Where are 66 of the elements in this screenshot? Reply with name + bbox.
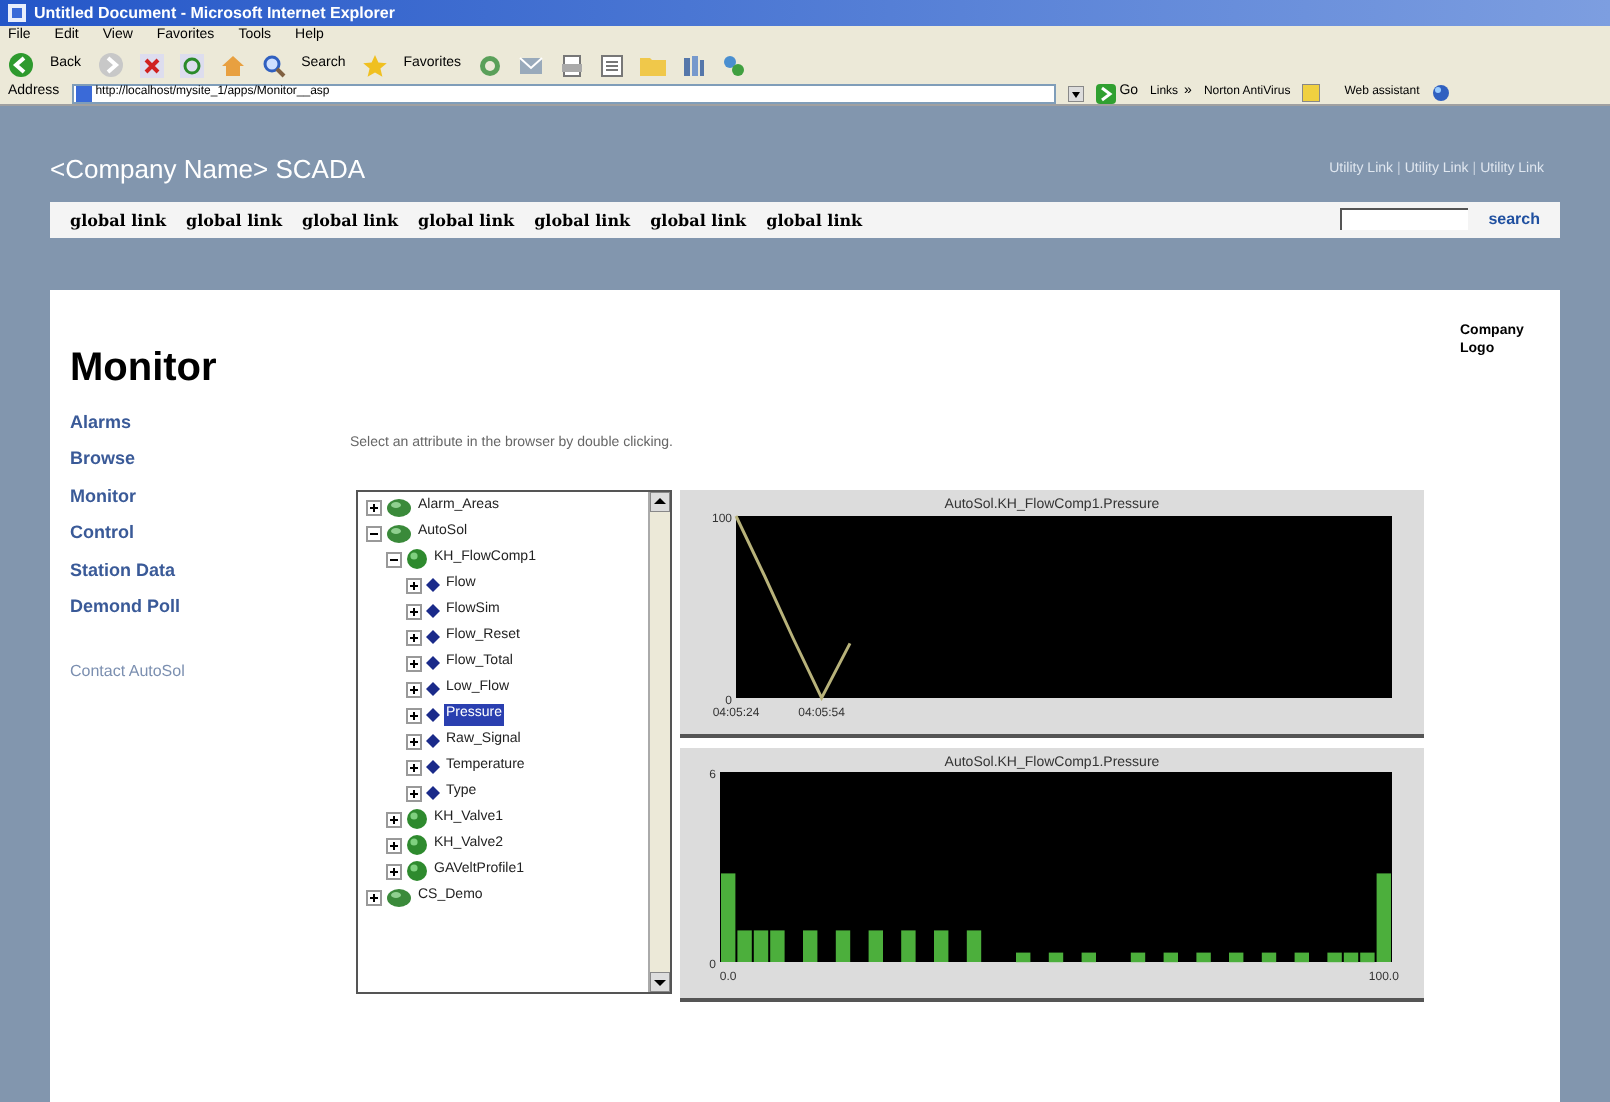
expand-icon[interactable] bbox=[386, 863, 402, 879]
go-arrow-icon[interactable] bbox=[1095, 83, 1116, 103]
expand-icon[interactable] bbox=[406, 681, 422, 697]
bar bbox=[901, 930, 916, 962]
search-field[interactable] bbox=[1340, 208, 1469, 230]
circle-node-icon bbox=[406, 834, 428, 856]
page-heading: Monitor bbox=[70, 343, 217, 393]
search-icon[interactable] bbox=[261, 53, 286, 77]
global-link[interactable]: global link bbox=[534, 207, 631, 231]
circle-node-icon bbox=[406, 860, 428, 882]
expand-icon[interactable] bbox=[366, 889, 382, 905]
expand-icon[interactable] bbox=[366, 499, 382, 515]
circle-node-icon bbox=[406, 808, 428, 830]
window-title: Untitled Document - Microsoft Internet Explorer bbox=[34, 1, 395, 25]
nav-link[interactable]: Control bbox=[70, 520, 330, 547]
expand-icon[interactable] bbox=[386, 811, 402, 827]
nav-link[interactable]: Alarms bbox=[70, 409, 330, 436]
expand-icon[interactable] bbox=[406, 707, 422, 723]
oval-node-icon bbox=[386, 497, 412, 517]
nav-link[interactable]: Browse bbox=[70, 446, 330, 473]
bar bbox=[1016, 952, 1031, 963]
expand-icon[interactable] bbox=[406, 577, 422, 593]
expand-icon[interactable] bbox=[386, 837, 402, 853]
global-link[interactable]: global link bbox=[70, 207, 167, 231]
globe-icon[interactable] bbox=[1431, 84, 1450, 102]
collapse-icon[interactable] bbox=[366, 525, 382, 541]
print-icon[interactable] bbox=[559, 53, 584, 77]
nav-link[interactable]: Monitor bbox=[70, 483, 330, 510]
bar bbox=[1048, 952, 1064, 963]
star-icon[interactable] bbox=[361, 53, 388, 77]
global-link[interactable]: global link bbox=[650, 207, 747, 231]
nav-link[interactable]: Demond Poll bbox=[70, 594, 330, 621]
page-icon[interactable] bbox=[75, 85, 92, 101]
bar bbox=[1196, 952, 1211, 963]
search-link[interactable]: search bbox=[1488, 207, 1540, 231]
scroll-down-icon[interactable] bbox=[650, 972, 670, 992]
oval-node-icon bbox=[386, 887, 412, 907]
scroll-up-icon[interactable] bbox=[650, 492, 670, 512]
global-link[interactable]: global link bbox=[186, 207, 283, 231]
dropdown-arrow-icon[interactable] bbox=[1067, 85, 1084, 101]
refresh-icon[interactable] bbox=[179, 53, 204, 77]
collapse-icon[interactable] bbox=[386, 551, 402, 567]
expand-icon[interactable] bbox=[406, 655, 422, 671]
expand-icon[interactable] bbox=[406, 603, 422, 619]
page-icon[interactable] bbox=[8, 4, 26, 22]
bar bbox=[1163, 952, 1178, 963]
global-link[interactable]: global link bbox=[302, 207, 399, 231]
bar bbox=[1081, 952, 1096, 963]
expand-icon[interactable] bbox=[406, 733, 422, 749]
oval-node-icon bbox=[386, 523, 412, 543]
bar bbox=[1229, 952, 1244, 963]
expand-icon[interactable] bbox=[406, 629, 422, 645]
bar bbox=[934, 930, 949, 962]
bar bbox=[803, 930, 818, 962]
bar bbox=[1261, 952, 1277, 963]
stop-icon[interactable] bbox=[139, 53, 164, 77]
bar bbox=[1130, 952, 1146, 963]
global-link[interactable]: global link bbox=[418, 207, 515, 231]
site-title: <Company Name> SCADA bbox=[50, 152, 366, 188]
expand-icon[interactable] bbox=[406, 785, 422, 801]
expand-icon[interactable] bbox=[406, 759, 422, 775]
scrollbar[interactable] bbox=[648, 492, 670, 992]
nav-link[interactable]: Station Data bbox=[70, 557, 330, 584]
global-link[interactable]: global link bbox=[766, 207, 863, 231]
circle-node-icon bbox=[406, 548, 428, 570]
bar bbox=[1294, 952, 1309, 963]
